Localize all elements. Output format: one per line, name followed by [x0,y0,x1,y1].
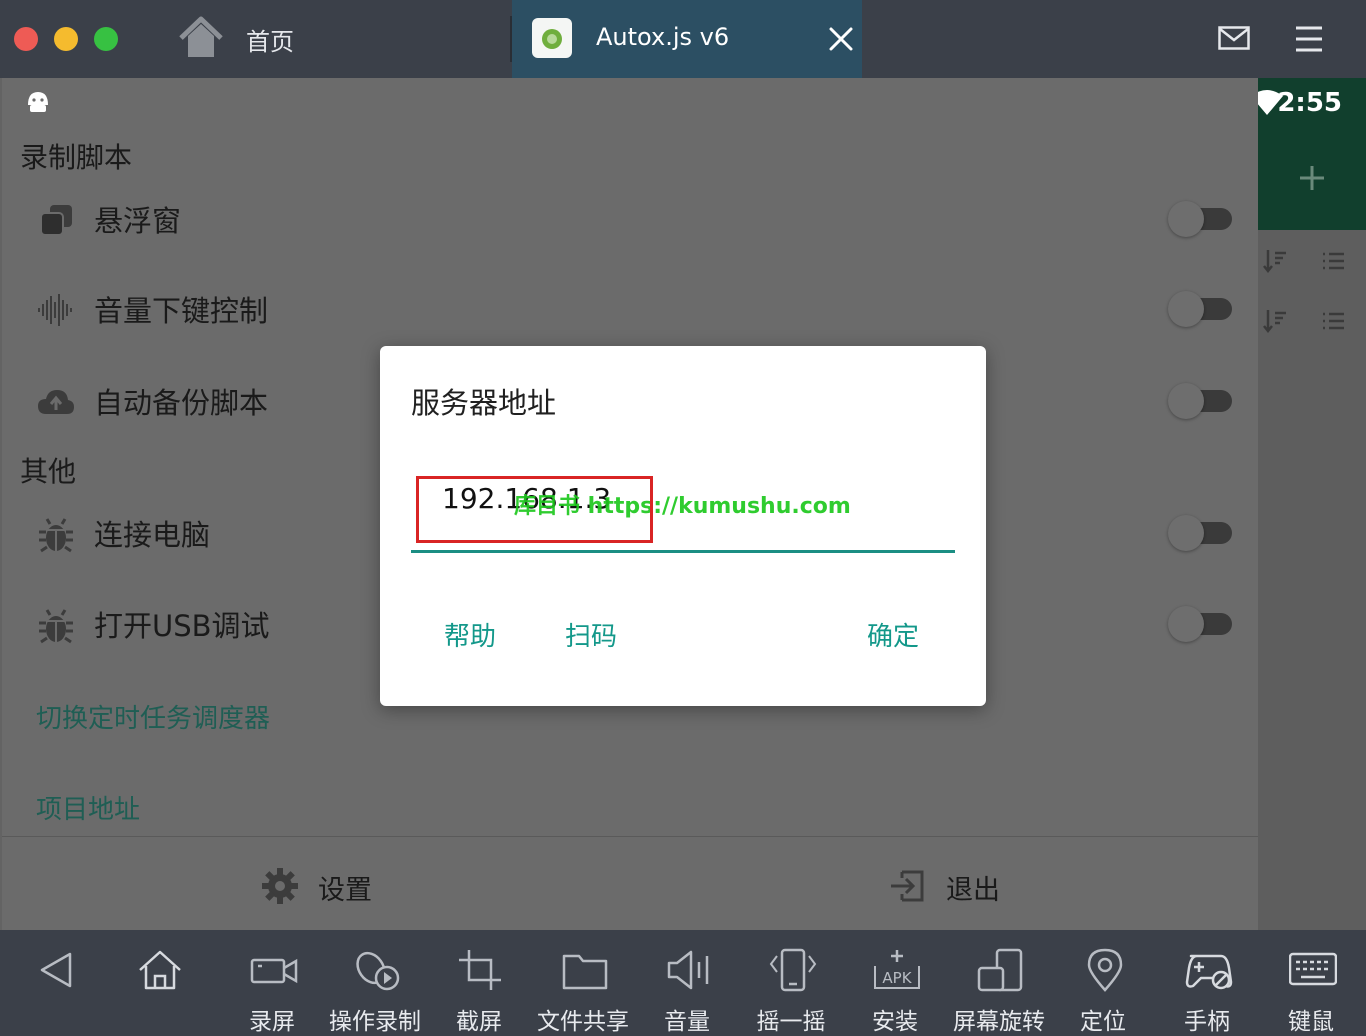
folder-icon [562,954,608,990]
gamepad-icon [1185,954,1233,990]
toolbar-location[interactable]: 定位 [1051,930,1155,1036]
drawer-footer-divider [2,836,1258,837]
window-close-button[interactable] [14,27,38,51]
home-icon [179,16,223,57]
scan-button[interactable]: 扫码 [565,616,617,653]
toolbar-location-label: 定位 [1080,1009,1126,1035]
toolbar-install[interactable]: APK 安装 [843,930,947,1036]
toolbar-screenshot[interactable]: 截屏 [427,930,531,1036]
back-button[interactable] [4,930,108,1036]
autoxjs-app-icon [532,18,572,58]
row-volume-key-label: 音量下键控制 [94,294,269,328]
mail-icon[interactable] [1218,26,1250,50]
speaker-icon [667,950,709,990]
auto-backup-switch[interactable] [1168,383,1232,419]
gear-icon [262,868,298,904]
crop-icon [459,950,501,990]
list-view-icon[interactable] [1320,248,1346,274]
main-content-panel [1258,78,1366,930]
toolbar-record-screen-label: 录屏 [249,1009,295,1035]
floating-window-icon [40,205,72,236]
usb-debug-switch[interactable] [1168,606,1232,642]
link-switch-scheduler[interactable]: 切换定时任务调度器 [36,698,270,735]
input-underline [411,550,955,553]
tab-autoxjs[interactable]: Autox.js v6 [512,0,862,78]
row-floating-window[interactable]: 悬浮窗 [32,188,1242,248]
settings-label: 设置 [318,875,372,906]
floating-window-switch[interactable] [1168,201,1232,237]
toolbar-shake[interactable]: 摇一摇 [739,930,843,1036]
toolbar-rotate-screen[interactable]: 屏幕旋转 [947,930,1051,1036]
row-usb-debug-label: 打开USB调试 [94,609,270,643]
link-project-address[interactable]: 项目地址 [36,789,140,826]
sort-icon[interactable] [1262,308,1288,334]
home-button[interactable] [106,930,210,1036]
toolbar-file-share-label: 文件共享 [537,1009,629,1035]
row-connect-pc-label: 连接电脑 [94,518,211,552]
confirm-button[interactable]: 确定 [867,616,919,653]
toolbar-file-share[interactable]: 文件共享 [531,930,635,1036]
rotate-screen-icon [977,948,1023,992]
video-camera-icon [250,958,298,984]
toolbar-install-label: 安装 [872,1009,918,1035]
toolbar-keyboard-mouse-label: 键鼠 [1288,1009,1334,1035]
toolbar-volume-label: 音量 [664,1009,710,1035]
volume-key-switch[interactable] [1168,291,1232,327]
section-other-title: 其他 [20,455,77,488]
tab-home[interactable]: 首页 [150,0,510,78]
settings-button[interactable]: 设置 [260,864,400,908]
hamburger-menu-icon[interactable] [1294,24,1324,54]
bug-icon [39,518,73,553]
toolbar-volume[interactable]: 音量 [635,930,739,1036]
server-address-dialog: 服务器地址 192.168.1.3 库目书 https://kumushu.co… [380,346,986,706]
connect-pc-switch[interactable] [1168,515,1232,551]
status-time: 2:55 [1277,88,1342,118]
toolbar-operation-record-label: 操作录制 [329,1009,421,1035]
toolbar-gamepad[interactable]: 手柄 [1155,930,1259,1036]
mouse-play-icon [356,951,400,991]
bug-icon [39,609,73,644]
home-icon [139,950,181,990]
window-minimize-button[interactable] [54,27,78,51]
location-pin-icon [1087,948,1123,992]
exit-icon [891,870,924,902]
tab-autoxjs-label: Autox.js v6 [596,23,730,51]
volume-wave-icon [38,294,72,326]
toolbar-record-screen[interactable]: 录屏 [220,930,324,1036]
toolbar-shake-label: 摇一摇 [756,1009,826,1035]
sort-icon[interactable] [1262,248,1288,274]
apk-install-icon: APK [874,950,920,989]
back-icon [40,952,72,988]
dialog-title: 服务器地址 [411,386,557,420]
help-button[interactable]: 帮助 [444,616,496,653]
row-floating-window-label: 悬浮窗 [94,204,182,238]
cloud-upload-icon [38,390,74,414]
exit-label: 退出 [946,875,1000,906]
section-record-title: 录制脚本 [20,141,133,174]
keyboard-icon [1289,952,1337,986]
tab-home-label: 首页 [246,28,294,56]
exit-button[interactable]: 退出 [888,864,1028,908]
android-icon [28,92,48,112]
toolbar-rotate-screen-label: 屏幕旋转 [953,1009,1045,1035]
list-view-icon[interactable] [1320,308,1346,334]
toolbar-keyboard-mouse[interactable]: 键鼠 [1259,930,1363,1036]
toolbar-gamepad-label: 手柄 [1184,1009,1230,1035]
toolbar-screenshot-label: 截屏 [456,1009,502,1035]
row-auto-backup-label: 自动备份脚本 [94,386,269,420]
row-volume-key[interactable]: 音量下键控制 [32,278,1242,338]
add-icon[interactable] [1298,164,1326,192]
highlight-box [416,476,653,543]
toolbar-operation-record[interactable]: 操作录制 [323,930,427,1036]
svg-text:APK: APK [882,969,912,987]
emulator-toolbar: 录屏 操作录制 截屏 文件共享 音量 摇一摇 APK 安装 屏幕旋转 定位 手柄… [0,930,1366,1036]
window-maximize-button[interactable] [94,27,118,51]
shake-phone-icon [769,948,817,992]
tab-close-icon[interactable] [824,22,858,56]
window-titlebar: 首页 Autox.js v6 [0,0,1366,78]
